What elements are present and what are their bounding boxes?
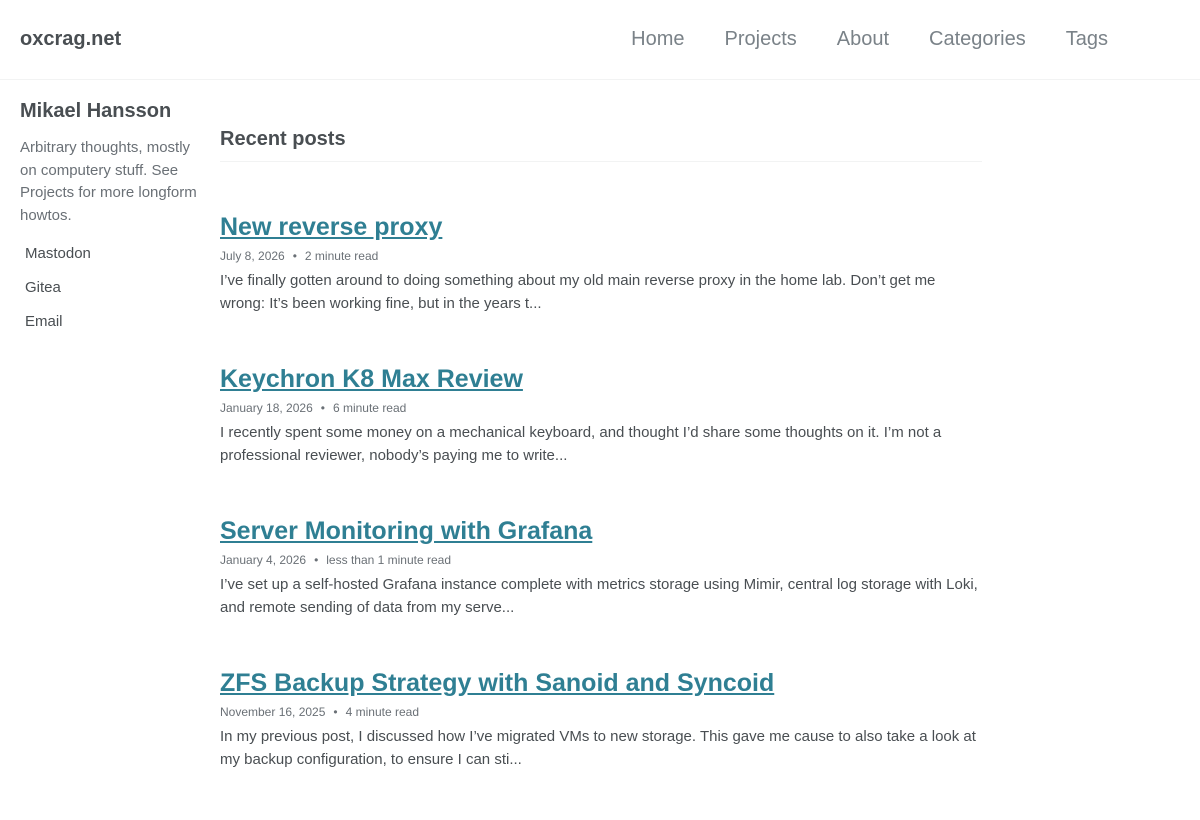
author-link-item: Mastodon	[25, 245, 200, 279]
post-item: ZFS Backup Strategy with Sanoid and Sync…	[220, 668, 982, 820]
nav-home[interactable]: Home	[631, 28, 684, 51]
post-title-link[interactable]: ZFS Backup Strategy with Sanoid and Sync…	[220, 668, 774, 698]
nav-tags[interactable]: Tags	[1066, 28, 1108, 51]
masthead: oxcrag.net Home Projects About Categorie…	[0, 0, 1200, 80]
post-item: Keychron K8 Max Review January 18, 2026 •…	[220, 364, 982, 516]
post-meta: July 8, 2026 • 2 minute read	[220, 248, 982, 264]
email-link[interactable]: Email	[25, 313, 63, 330]
author-link-item: Gitea	[25, 279, 200, 313]
post-excerpt: In my previous post, I discussed how I’v…	[220, 728, 976, 768]
author-name: Mikael Hansson	[20, 100, 172, 122]
post-read-time: 6 minute read	[332, 401, 407, 415]
meta-separator: •	[314, 553, 319, 567]
meta-separator: •	[292, 249, 297, 263]
post-date: January 4, 2026	[220, 553, 307, 567]
post-list: New reverse proxy July 8, 2026 • 2 minute …	[220, 212, 982, 820]
post-meta: January 4, 2026 • less than 1 minute read	[220, 552, 982, 568]
post-read-time: less than 1 minute read	[326, 553, 452, 567]
post-date: July 8, 2026	[220, 249, 285, 263]
post-excerpt: I recently spent some money on a mechani…	[220, 424, 942, 464]
meta-separator: •	[320, 401, 325, 415]
site-title-link[interactable]: oxcrag.net	[20, 28, 121, 51]
post-read-time: 4 minute read	[345, 705, 419, 719]
post-title-link[interactable]: New reverse proxy	[220, 212, 442, 242]
nav-about[interactable]: About	[837, 28, 889, 51]
gitea-link[interactable]: Gitea	[25, 279, 61, 296]
author-sidebar: Mikael Hansson Arbitrary thoughts, mostl…	[20, 100, 200, 347]
author-links: Mastodon Gitea Email	[20, 245, 200, 347]
post-title-link[interactable]: Keychron K8 Max Review	[220, 364, 523, 394]
post-item: New reverse proxy July 8, 2026 • 2 minute …	[220, 212, 982, 364]
post-title-link[interactable]: Server Monitoring with Grafana	[220, 516, 592, 546]
post-meta: November 16, 2025 • 4 minute read	[220, 704, 982, 720]
main-content: Recent posts New reverse proxy July 8, 2…	[220, 128, 982, 820]
post-excerpt: I’ve set up a self-hosted Grafana instan…	[220, 576, 978, 616]
author-bio: Arbitrary thoughts, mostly on computery …	[20, 139, 197, 224]
post-item: Server Monitoring with Grafana January 4…	[220, 516, 982, 668]
post-excerpt: I’ve finally gotten around to doing some…	[220, 272, 936, 312]
author-link-item: Email	[25, 313, 200, 347]
post-meta: January 18, 2026 • 6 minute read	[220, 400, 982, 416]
post-date: November 16, 2025	[220, 705, 326, 719]
nav-categories[interactable]: Categories	[929, 28, 1026, 51]
post-read-time: 2 minute read	[304, 249, 379, 263]
nav-projects[interactable]: Projects	[725, 28, 797, 51]
recent-posts-heading: Recent posts	[220, 128, 982, 162]
post-date: January 18, 2026	[220, 401, 313, 415]
main-nav: Home Projects About Categories Tags	[631, 28, 1108, 51]
meta-separator: •	[333, 705, 338, 719]
mastodon-link[interactable]: Mastodon	[25, 245, 91, 262]
